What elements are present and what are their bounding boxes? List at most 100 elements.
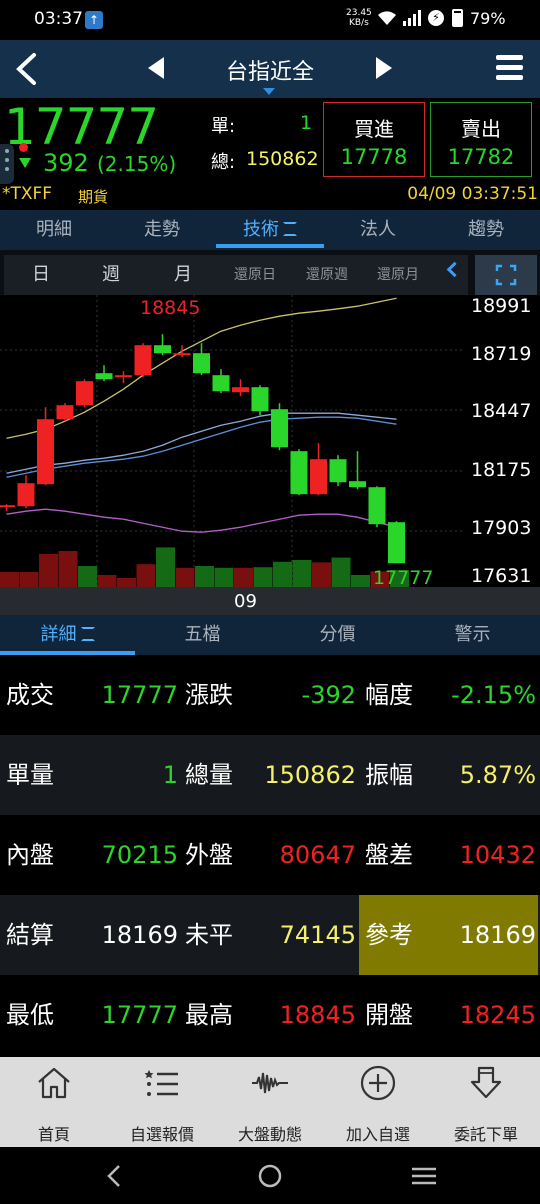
tab-five-levels[interactable]: 五檔 bbox=[135, 615, 270, 655]
candle-body bbox=[251, 387, 269, 412]
change-percent-label: 幅度 bbox=[365, 681, 413, 709]
system-home-icon[interactable] bbox=[257, 1163, 283, 1189]
candle-body bbox=[232, 387, 249, 393]
period-month[interactable]: 月 bbox=[156, 255, 210, 295]
add-circle-icon bbox=[360, 1065, 396, 1101]
system-back-icon[interactable] bbox=[104, 1163, 126, 1189]
symbol-title[interactable]: 台指近全 bbox=[190, 54, 350, 86]
network-speed-value: 23.45 bbox=[346, 8, 372, 18]
high-price-annotation: 18845 bbox=[140, 297, 200, 319]
tab-details-label: 詳細 bbox=[40, 624, 77, 645]
candle-body bbox=[290, 451, 308, 495]
price-change: 392 bbox=[43, 149, 89, 177]
fullscreen-button[interactable] bbox=[475, 255, 537, 295]
volume-bar bbox=[0, 572, 19, 587]
home-icon bbox=[38, 1067, 70, 1099]
change-label: 漲跌 bbox=[185, 681, 233, 709]
total-volume-value: 150862 bbox=[246, 148, 319, 170]
stats-row: 成交 17777 漲跌 -392 幅度 -2.15% bbox=[0, 655, 540, 735]
candle-body bbox=[115, 375, 132, 378]
system-navigation-bar bbox=[0, 1147, 540, 1204]
single-volume-value: 1 bbox=[300, 112, 313, 134]
back-icon[interactable] bbox=[12, 52, 42, 86]
trade-price-label: 成交 bbox=[6, 681, 54, 709]
candle-body bbox=[310, 459, 327, 495]
side-drawer-handle[interactable] bbox=[0, 144, 14, 184]
system-recents-icon[interactable] bbox=[410, 1165, 438, 1187]
period-selector: 日 週 月 還原日 還原週 還原月 bbox=[4, 255, 468, 295]
candle-body bbox=[76, 381, 93, 406]
low-value: 17777 bbox=[101, 1001, 178, 1029]
tab-detail-list[interactable]: 明細 bbox=[0, 210, 108, 250]
nav-watchlist[interactable]: 自選報價 bbox=[108, 1057, 216, 1147]
symbol-code: *TXFF bbox=[2, 184, 53, 204]
period-adjusted-week[interactable]: 還原週 bbox=[296, 255, 358, 295]
next-symbol-icon[interactable] bbox=[376, 57, 392, 79]
tab-technical-label: 技術 bbox=[243, 219, 279, 240]
pulse-icon bbox=[252, 1072, 288, 1094]
period-day[interactable]: 日 bbox=[14, 255, 68, 295]
battery-icon bbox=[452, 9, 463, 27]
tab-institutional[interactable]: 法人 bbox=[324, 210, 432, 250]
technical-chart-panel: 日 週 月 還原日 還原週 還原月 18845 17777 18991 18719… bbox=[0, 250, 540, 615]
candle-body bbox=[212, 375, 230, 392]
quote-timestamp: 04/09 03:37:51 bbox=[407, 184, 538, 204]
nav-market-overview-label: 大盤動態 bbox=[237, 1125, 302, 1144]
tab-price-distribution[interactable]: 分價 bbox=[270, 615, 405, 655]
nav-market-overview[interactable]: 大盤動態 bbox=[216, 1057, 324, 1147]
nav-place-order-label: 委託下單 bbox=[453, 1125, 518, 1144]
expand-icon bbox=[80, 627, 95, 641]
order-arrow-icon bbox=[470, 1066, 502, 1099]
high-value: 18845 bbox=[279, 1001, 356, 1029]
nav-home[interactable]: 首頁 bbox=[0, 1057, 108, 1147]
buy-button[interactable]: 買進 17778 bbox=[323, 102, 425, 177]
nav-home-label: 首頁 bbox=[37, 1125, 70, 1144]
candlestick-plot[interactable]: 18845 17777 bbox=[0, 295, 465, 589]
volume-bar bbox=[234, 567, 253, 587]
volume-bar bbox=[97, 575, 117, 587]
volume-bar bbox=[58, 551, 78, 587]
tab-tendency[interactable]: 趨勢 bbox=[432, 210, 540, 250]
open-value: 18245 bbox=[459, 1001, 536, 1029]
nav-add-watchlist[interactable]: 加入自選 bbox=[324, 1057, 432, 1147]
previous-symbol-icon[interactable] bbox=[148, 57, 164, 79]
menu-icon[interactable] bbox=[496, 55, 523, 85]
stats-row: 結算 18169 未平 74145 參考 18169 bbox=[0, 895, 540, 975]
period-adjusted-month[interactable]: 還原月 bbox=[367, 255, 429, 295]
period-week[interactable]: 週 bbox=[84, 255, 138, 295]
lower-band-line bbox=[6, 508, 397, 533]
bottom-navigation: 首頁 自選報價 大盤動態 加入自選 委託下單 bbox=[0, 1057, 540, 1147]
volume-bar bbox=[312, 562, 331, 587]
period-adjusted-day[interactable]: 還原日 bbox=[224, 255, 286, 295]
nav-place-order[interactable]: 委託下單 bbox=[432, 1057, 540, 1147]
nav-add-watchlist-label: 加入自選 bbox=[345, 1125, 410, 1144]
app-header: 台指近全 bbox=[0, 40, 540, 98]
network-speed-unit: KB/s bbox=[348, 18, 369, 28]
volume-bar bbox=[175, 567, 195, 587]
candle-body bbox=[154, 345, 171, 354]
total-volume-label: 總量 bbox=[185, 761, 233, 789]
amplitude-value: 5.87% bbox=[459, 761, 536, 789]
candlestick-chart: 18845 17777 bbox=[0, 295, 465, 589]
chevron-down-icon[interactable] bbox=[263, 88, 275, 95]
volume-bar bbox=[214, 567, 234, 587]
status-bar: 03:37 ↑ 23.45 KB/s ⚡ 79% bbox=[0, 0, 540, 40]
low-label: 最低 bbox=[6, 1001, 54, 1029]
main-tabs: 明細 走勢 技術 法人 趨勢 bbox=[0, 210, 540, 250]
total-volume-value: 150862 bbox=[264, 761, 356, 789]
candle-body bbox=[0, 505, 15, 508]
tab-trend[interactable]: 走勢 bbox=[108, 210, 216, 250]
amplitude-label: 振幅 bbox=[365, 761, 413, 789]
open-label: 開盤 bbox=[365, 1001, 413, 1029]
sell-price: 17782 bbox=[447, 145, 515, 169]
market-type: 期貨 bbox=[78, 188, 109, 206]
tab-alerts[interactable]: 警示 bbox=[405, 615, 540, 655]
fullscreen-icon bbox=[495, 264, 517, 286]
volume-bar bbox=[136, 564, 156, 587]
stats-row: 最低 17777 最高 18845 開盤 18245 bbox=[0, 975, 540, 1055]
candle-body bbox=[368, 487, 386, 525]
battery-saver-icon: ⚡ bbox=[428, 10, 444, 26]
y-tick-label: 18175 bbox=[471, 459, 532, 481]
tab-details[interactable]: 詳細 bbox=[0, 615, 135, 655]
sell-button[interactable]: 賣出 17782 bbox=[430, 102, 532, 177]
